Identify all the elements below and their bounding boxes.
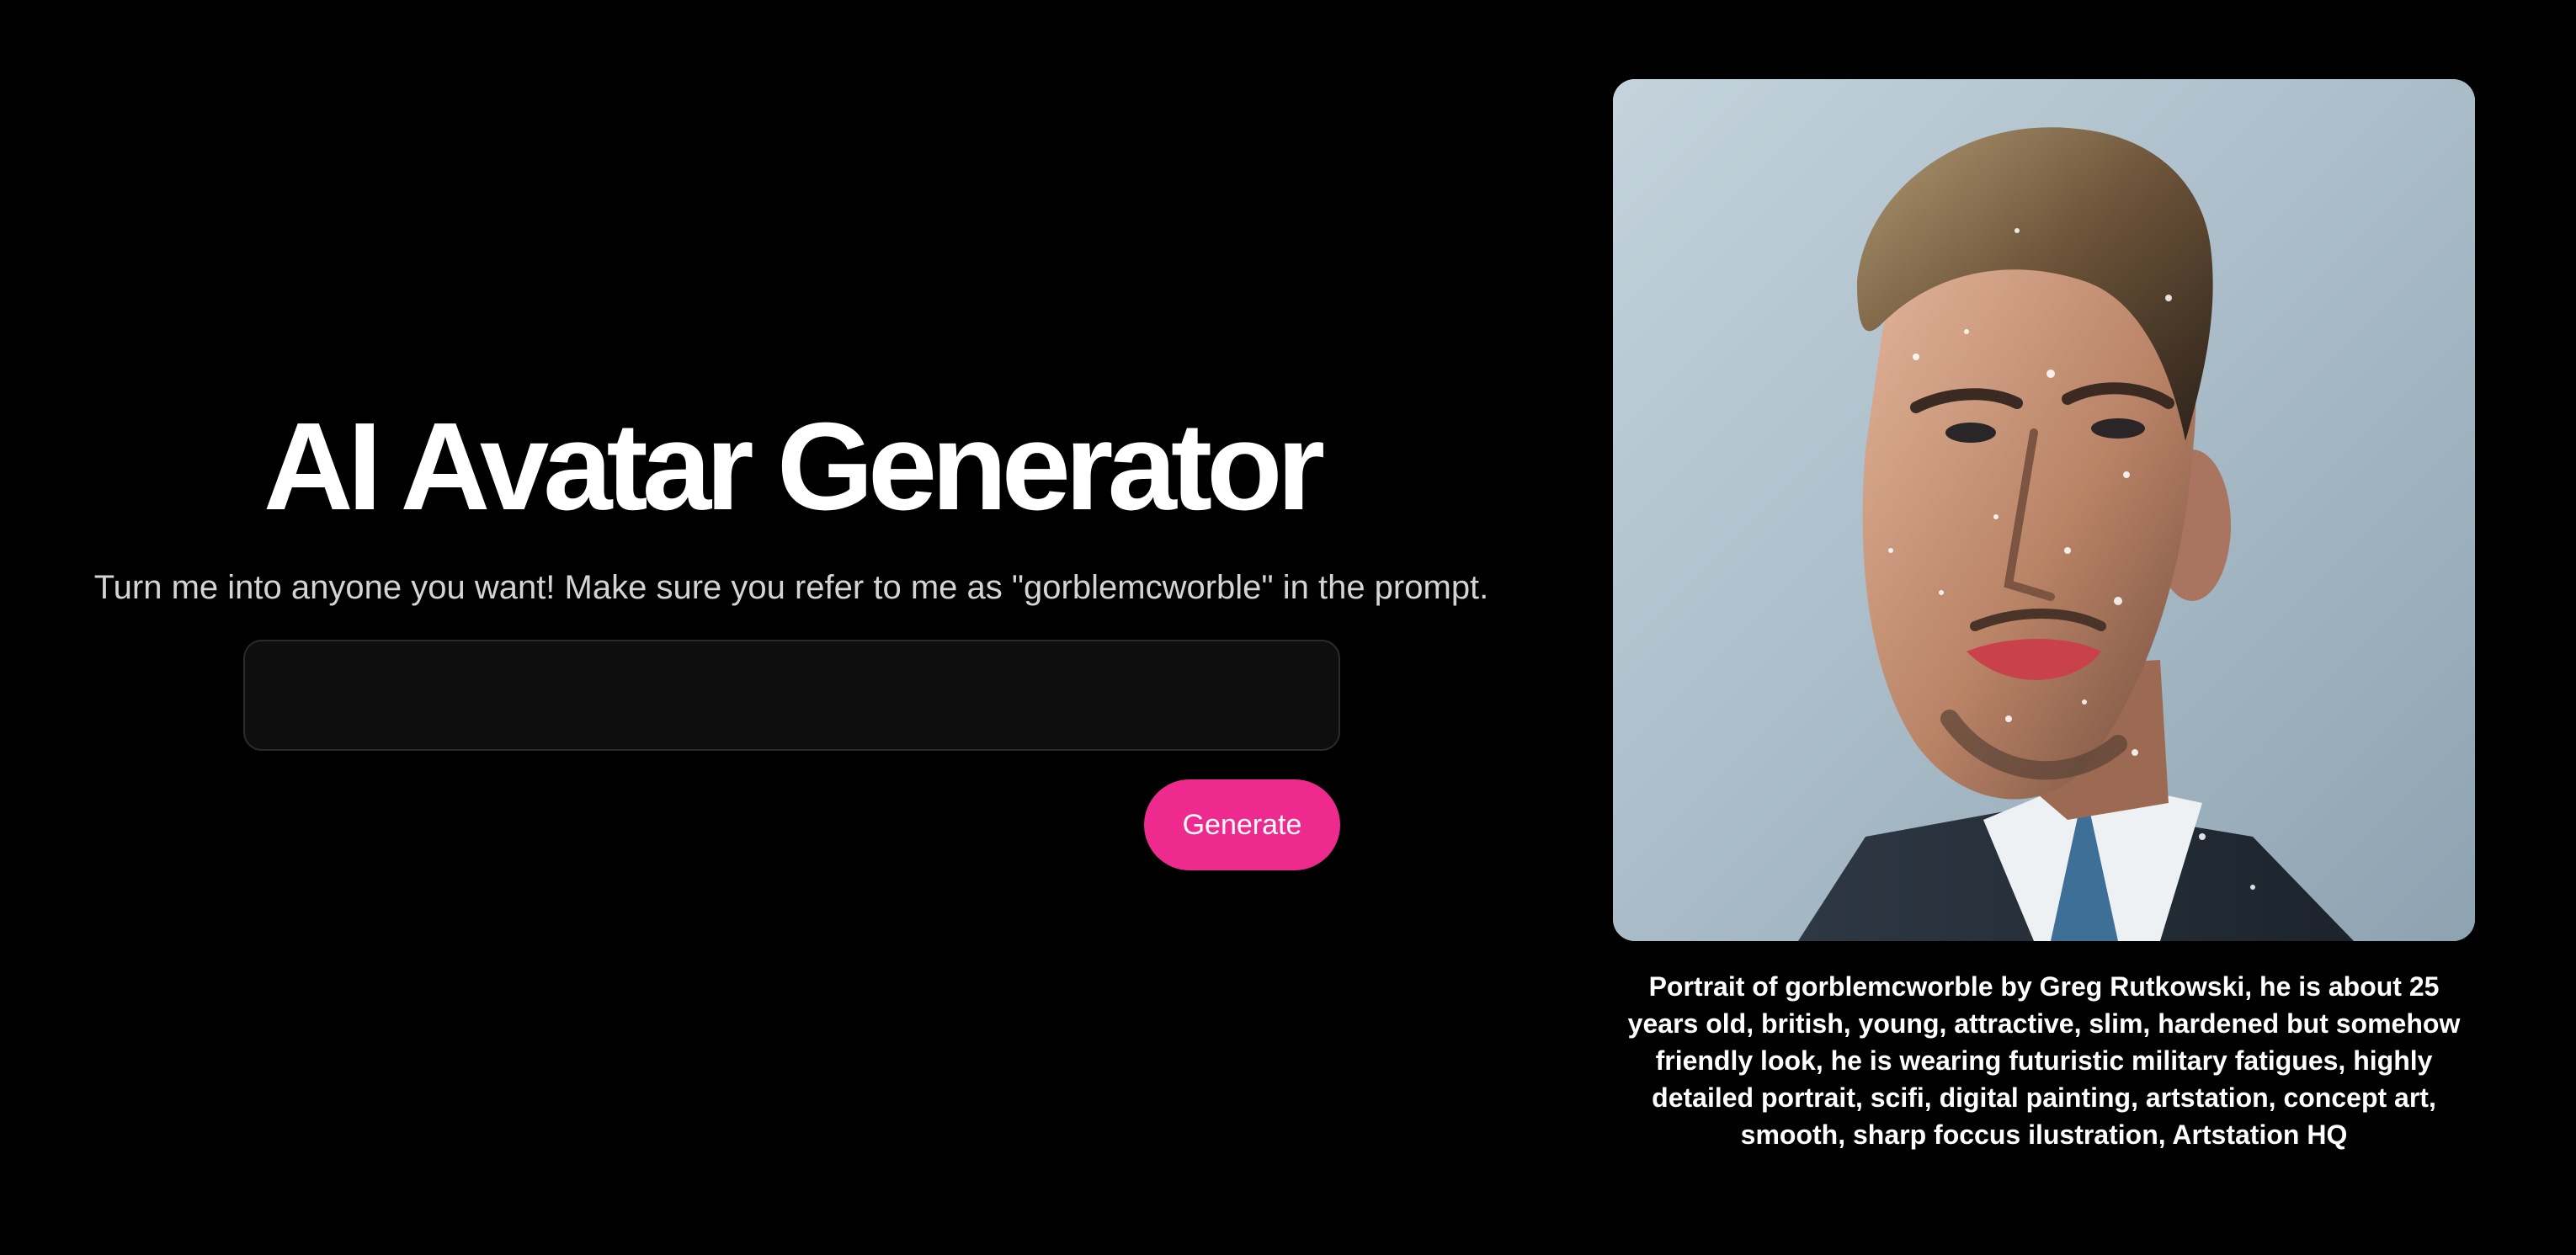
generator-panel: AI Avatar Generator Turn me into anyone …	[0, 0, 1583, 1255]
result-panel: Portrait of gorblemcworble by Greg Rutko…	[1613, 79, 2475, 1153]
page-title: AI Avatar Generator	[263, 397, 1325, 536]
generated-avatar-image	[1613, 79, 2475, 941]
page-subtitle: Turn me into anyone you want! Make sure …	[93, 569, 1489, 606]
prompt-caption: Portrait of gorblemcworble by Greg Rutko…	[1627, 971, 2461, 1150]
portrait-illustration	[1613, 79, 2475, 941]
generate-button[interactable]: Generate	[1144, 779, 1340, 870]
prompt-input[interactable]	[243, 640, 1340, 751]
page: AI Avatar Generator Turn me into anyone …	[0, 0, 2576, 1255]
